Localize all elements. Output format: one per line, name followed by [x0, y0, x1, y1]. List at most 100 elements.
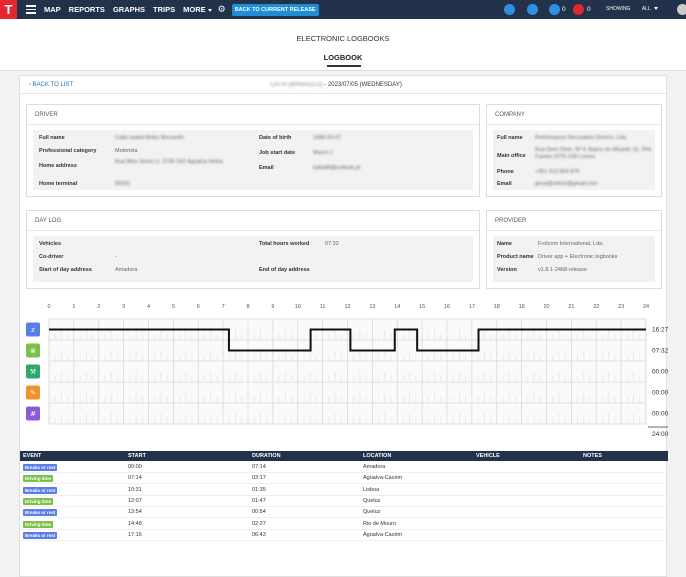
alerts-count: 0 — [587, 6, 591, 13]
event-duration: 06:43 — [252, 531, 266, 538]
gear-icon[interactable]: ⚙ — [218, 4, 226, 15]
hour-label: 13 — [369, 304, 375, 310]
hour-label: 6 — [197, 304, 200, 310]
table-row[interactable]: Breaks or rest 13:54 00:54 Queluz — [20, 507, 668, 519]
company-office-label: Main office — [497, 153, 526, 159]
daylog-panel-title: DAY LOG — [35, 218, 62, 224]
chat-icon[interactable] — [504, 4, 515, 15]
provider-name-label: Name — [497, 241, 512, 247]
messages-count: 0 — [562, 6, 566, 13]
table-row[interactable]: Driving time 07:14 03:17 Agualva-Cacém — [20, 473, 668, 485]
daylog-codriver-value: - — [115, 254, 117, 260]
hour-label: 1 — [72, 304, 75, 310]
event-start: 14:48 — [128, 520, 142, 527]
driver-dob-value: 1988-03-07 — [313, 135, 342, 141]
col-notes: NOTES — [583, 453, 602, 459]
row-total: 00:00 — [652, 369, 668, 376]
hour-label: 3 — [122, 304, 125, 310]
table-row[interactable]: Breaks or rest 10:31 01:35 Lisboa — [20, 485, 668, 496]
driver-address-value: Rua Mira Sintra Lt. 2735-032 Agualva-Sin… — [115, 159, 223, 165]
col-location: LOCATION — [363, 453, 392, 459]
event-duration: 03:17 — [252, 475, 266, 482]
back-to-list-link[interactable]: ‹ BACK TO LIST — [29, 82, 73, 88]
tools-icon-glyph: ⚒ — [30, 368, 36, 376]
hour-label: 8 — [246, 304, 249, 310]
daylog-total-value: 07:32 — [325, 241, 339, 247]
driver-fullname-value: Catia Isabel Britez Bernardo — [115, 135, 184, 141]
hour-label: 24 — [643, 304, 649, 310]
hour-label: 5 — [172, 304, 175, 310]
hour-label: 17 — [469, 304, 475, 310]
nav-more[interactable]: MORE — [183, 5, 212, 14]
event-duration: 02:27 — [252, 520, 266, 527]
table-row[interactable]: Driving time 12:07 01:47 Queluz — [20, 496, 668, 507]
driver-fullname-label: Full name — [39, 135, 65, 141]
showing-chevron-icon — [653, 7, 658, 11]
provider-panel: PROVIDER Name Frotcom International, Lda… — [486, 210, 662, 289]
avatar[interactable] — [677, 4, 686, 15]
hour-label: 16 — [444, 304, 450, 310]
divider — [27, 230, 479, 231]
col-start: START — [128, 453, 146, 459]
event-badge: Driving time — [23, 475, 54, 483]
hour-label: 19 — [519, 304, 525, 310]
row-total: 16:27 — [652, 327, 668, 334]
provider-product-label: Product name — [497, 254, 534, 260]
event-location: Amadora — [363, 464, 386, 470]
edit-icon-glyph: ✎ — [30, 389, 36, 397]
event-badge: Breaks or rest — [23, 509, 58, 517]
daylog-endaddr-label: End of day address — [259, 267, 310, 273]
page-title: ELECTRONIC LOGBOOKS — [296, 34, 390, 43]
nav-map[interactable]: MAP — [44, 5, 61, 14]
event-badge: Breaks or rest — [23, 531, 58, 539]
driver-category-value: Motorista — [115, 148, 138, 154]
daylog-startaddr-value: Amadora — [115, 267, 138, 273]
nav-more-label: MORE — [183, 5, 206, 14]
driver-terminal-label: Home terminal — [39, 181, 78, 187]
company-email-label: Email — [497, 181, 512, 187]
col-vehicle: VEHICLE — [476, 453, 500, 459]
event-location: Queluz — [363, 509, 381, 516]
table-row[interactable]: Breaks or rest 17:16 06:43 Agualva-Cacém — [20, 530, 668, 541]
hash-icon-glyph: # — [30, 410, 36, 418]
provider-version-label: Version — [497, 267, 517, 273]
event-badge: Breaks or rest — [23, 464, 58, 471]
company-email-value: geral@mbmr@gmail.com — [535, 181, 598, 187]
event-start: 07:14 — [128, 475, 142, 482]
nav-graphs[interactable]: GRAPHS — [113, 5, 145, 14]
row-total: 00:00 — [652, 390, 668, 397]
event-start: 10:31 — [128, 486, 142, 493]
event-start: 00:00 — [128, 464, 142, 470]
hour-label: 21 — [568, 304, 574, 310]
showing-value: ALL — [641, 6, 651, 12]
bed-icon-glyph: z — [31, 326, 35, 334]
driver-dob-label: Date of birth — [259, 135, 292, 141]
calendar-icon[interactable] — [527, 4, 538, 15]
provider-panel-body: Name Frotcom International, Lda. Product… — [493, 236, 655, 282]
steering-wheel-icon-glyph: ⊗ — [30, 347, 36, 355]
hour-label: 10 — [295, 304, 301, 310]
row-total: 00:00 — [652, 411, 668, 418]
alert-icon[interactable] — [573, 4, 584, 15]
hour-label: 15 — [419, 304, 425, 310]
tab-logbook[interactable]: LOGBOOK — [0, 53, 686, 62]
back-to-current-release-button[interactable]: BACK TO CURRENT RELEASE — [231, 3, 319, 16]
provider-version-value: v1.8.1-2468-release — [538, 267, 587, 273]
hour-label: 7 — [222, 304, 225, 310]
chevron-down-icon — [207, 8, 212, 12]
event-duration: 01:47 — [252, 497, 266, 504]
frotcom-logo[interactable]: T — [0, 0, 17, 19]
company-office-value: Rua Dom Dinis, Nº 4, Bairro do Mirante 1… — [535, 147, 652, 160]
table-row[interactable]: Driving time 14:48 02:27 Rio de Mouro — [20, 519, 668, 530]
messages-icon[interactable] — [549, 4, 560, 15]
company-panel-body: Full name Performance Recreation Drivers… — [493, 130, 655, 190]
nav-trips[interactable]: TRIPS — [153, 5, 175, 14]
showing-filter[interactable]: SHOWING ALL — [606, 6, 658, 12]
menu-icon[interactable] — [26, 5, 36, 14]
divider — [27, 124, 479, 125]
event-start: 13:54 — [128, 509, 142, 516]
nav-reports[interactable]: REPORTS — [69, 5, 105, 14]
hour-label: 11 — [320, 304, 326, 310]
table-row[interactable]: Breaks or rest 00:00 07:14 Amadora — [20, 462, 668, 473]
provider-product-value: Driver app + Electronic logbooks — [538, 254, 618, 260]
